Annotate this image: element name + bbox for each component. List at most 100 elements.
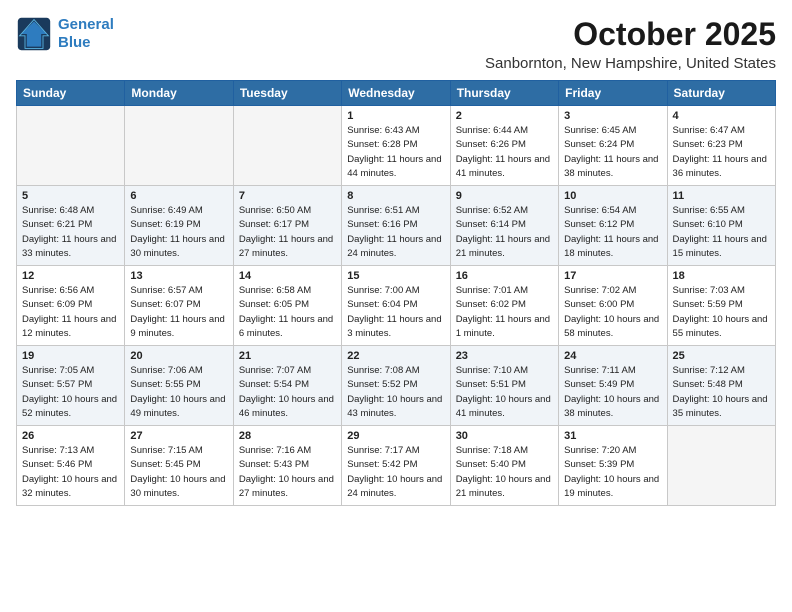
day-number: 19 (22, 350, 119, 362)
day-info: Sunrise: 7:13 AM Sunset: 5:46 PM Dayligh… (22, 444, 119, 501)
day-number: 15 (347, 270, 444, 282)
day-info: Sunrise: 7:06 AM Sunset: 5:55 PM Dayligh… (130, 364, 227, 421)
calendar-cell: 8 Sunrise: 6:51 AM Sunset: 6:16 PM Daylig… (342, 186, 450, 266)
day-info: Sunrise: 6:48 AM Sunset: 6:21 PM Dayligh… (22, 204, 119, 261)
day-info: Sunrise: 7:20 AM Sunset: 5:39 PM Dayligh… (564, 444, 661, 501)
day-info: Sunrise: 7:08 AM Sunset: 5:52 PM Dayligh… (347, 364, 444, 421)
calendar-cell: 27 Sunrise: 7:15 AM Sunset: 5:45 PM Dayli… (125, 426, 233, 506)
calendar-cell: 23 Sunrise: 7:10 AM Sunset: 5:51 PM Dayli… (450, 346, 558, 426)
location-subtitle: Sanbornton, New Hampshire, United States (485, 55, 776, 72)
calendar-cell: 24 Sunrise: 7:11 AM Sunset: 5:49 PM Dayli… (559, 346, 667, 426)
calendar-cell: 4Sunrise: 6:47 AM Sunset: 6:23 PM Daylig… (667, 106, 775, 186)
day-info: Sunrise: 6:43 AM Sunset: 6:28 PM Dayligh… (347, 124, 444, 181)
day-info: Sunrise: 6:51 AM Sunset: 6:16 PM Dayligh… (347, 204, 444, 261)
day-info: Sunrise: 6:45 AM Sunset: 6:24 PM Dayligh… (564, 124, 661, 181)
calendar-cell: 12 Sunrise: 6:56 AM Sunset: 6:09 PM Dayli… (17, 266, 125, 346)
day-info: Sunrise: 7:00 AM Sunset: 6:04 PM Dayligh… (347, 284, 444, 341)
weekday-header-row: SundayMondayTuesdayWednesdayThursdayFrid… (17, 81, 776, 106)
calendar-cell: 2 Sunrise: 6:44 AM Sunset: 6:26 PM Daylig… (450, 106, 558, 186)
day-number: 17 (564, 270, 661, 282)
calendar-cell: 16Sunrise: 7:01 AM Sunset: 6:02 PM Dayli… (450, 266, 558, 346)
day-info: Sunrise: 6:55 AM Sunset: 6:10 PM Dayligh… (673, 204, 770, 261)
calendar-table: SundayMondayTuesdayWednesdayThursdayFrid… (16, 80, 776, 506)
day-info: Sunrise: 7:05 AM Sunset: 5:57 PM Dayligh… (22, 364, 119, 421)
day-number: 23 (456, 350, 553, 362)
calendar-cell: 7 Sunrise: 6:50 AM Sunset: 6:17 PM Daylig… (233, 186, 341, 266)
title-block: October 2025 Sanbornton, New Hampshire, … (485, 16, 776, 72)
calendar-cell: 15 Sunrise: 7:00 AM Sunset: 6:04 PM Dayli… (342, 266, 450, 346)
day-info: Sunrise: 7:15 AM Sunset: 5:45 PM Dayligh… (130, 444, 227, 501)
day-number: 29 (347, 430, 444, 442)
day-number: 6 (130, 190, 227, 202)
day-number: 31 (564, 430, 661, 442)
day-info: Sunrise: 6:44 AM Sunset: 6:26 PM Dayligh… (456, 124, 553, 181)
calendar-cell: 9 Sunrise: 6:52 AM Sunset: 6:14 PM Daylig… (450, 186, 558, 266)
day-number: 18 (673, 270, 770, 282)
calendar-cell: 18 Sunrise: 7:03 AM Sunset: 5:59 PM Dayli… (667, 266, 775, 346)
day-number: 13 (130, 270, 227, 282)
calendar-cell: 19 Sunrise: 7:05 AM Sunset: 5:57 PM Dayli… (17, 346, 125, 426)
calendar-cell: 14 Sunrise: 6:58 AM Sunset: 6:05 PM Dayli… (233, 266, 341, 346)
calendar-cell: 22 Sunrise: 7:08 AM Sunset: 5:52 PM Dayli… (342, 346, 450, 426)
day-number: 16 (456, 270, 553, 282)
day-info: Sunrise: 7:02 AM Sunset: 6:00 PM Dayligh… (564, 284, 661, 341)
calendar-cell: 28 Sunrise: 7:16 AM Sunset: 5:43 PM Dayli… (233, 426, 341, 506)
weekday-header-tuesday: Tuesday (233, 81, 341, 106)
calendar-cell: 11Sunrise: 6:55 AM Sunset: 6:10 PM Dayli… (667, 186, 775, 266)
calendar-cell: 25 Sunrise: 7:12 AM Sunset: 5:48 PM Dayli… (667, 346, 775, 426)
day-number: 2 (456, 110, 553, 122)
calendar-cell (17, 106, 125, 186)
calendar-cell: 3Sunrise: 6:45 AM Sunset: 6:24 PM Daylig… (559, 106, 667, 186)
weekday-header-monday: Monday (125, 81, 233, 106)
logo: General Blue (16, 16, 114, 52)
calendar-cell: 21 Sunrise: 7:07 AM Sunset: 5:54 PM Dayli… (233, 346, 341, 426)
week-row-2: 5 Sunrise: 6:48 AM Sunset: 6:21 PM Daylig… (17, 186, 776, 266)
weekday-header-sunday: Sunday (17, 81, 125, 106)
day-info: Sunrise: 7:11 AM Sunset: 5:49 PM Dayligh… (564, 364, 661, 421)
calendar-cell: 20 Sunrise: 7:06 AM Sunset: 5:55 PM Dayli… (125, 346, 233, 426)
day-info: Sunrise: 6:52 AM Sunset: 6:14 PM Dayligh… (456, 204, 553, 261)
day-number: 21 (239, 350, 336, 362)
month-title: October 2025 (485, 16, 776, 53)
day-number: 24 (564, 350, 661, 362)
day-info: Sunrise: 7:07 AM Sunset: 5:54 PM Dayligh… (239, 364, 336, 421)
day-number: 22 (347, 350, 444, 362)
calendar-cell: 29 Sunrise: 7:17 AM Sunset: 5:42 PM Dayli… (342, 426, 450, 506)
day-info: Sunrise: 6:56 AM Sunset: 6:09 PM Dayligh… (22, 284, 119, 341)
day-number: 20 (130, 350, 227, 362)
calendar-cell (125, 106, 233, 186)
day-number: 25 (673, 350, 770, 362)
weekday-header-wednesday: Wednesday (342, 81, 450, 106)
day-info: Sunrise: 6:58 AM Sunset: 6:05 PM Dayligh… (239, 284, 336, 341)
day-number: 7 (239, 190, 336, 202)
day-info: Sunrise: 7:16 AM Sunset: 5:43 PM Dayligh… (239, 444, 336, 501)
weekday-header-saturday: Saturday (667, 81, 775, 106)
week-row-5: 26 Sunrise: 7:13 AM Sunset: 5:46 PM Dayli… (17, 426, 776, 506)
logo-line1: General (58, 16, 114, 34)
calendar-cell (667, 426, 775, 506)
day-info: Sunrise: 7:12 AM Sunset: 5:48 PM Dayligh… (673, 364, 770, 421)
calendar-cell: 6Sunrise: 6:49 AM Sunset: 6:19 PM Daylig… (125, 186, 233, 266)
day-info: Sunrise: 7:10 AM Sunset: 5:51 PM Dayligh… (456, 364, 553, 421)
day-info: Sunrise: 6:57 AM Sunset: 6:07 PM Dayligh… (130, 284, 227, 341)
day-info: Sunrise: 7:18 AM Sunset: 5:40 PM Dayligh… (456, 444, 553, 501)
calendar-cell: 17 Sunrise: 7:02 AM Sunset: 6:00 PM Dayli… (559, 266, 667, 346)
calendar-cell: 10Sunrise: 6:54 AM Sunset: 6:12 PM Dayli… (559, 186, 667, 266)
day-info: Sunrise: 7:17 AM Sunset: 5:42 PM Dayligh… (347, 444, 444, 501)
week-row-4: 19 Sunrise: 7:05 AM Sunset: 5:57 PM Dayli… (17, 346, 776, 426)
day-number: 8 (347, 190, 444, 202)
day-number: 14 (239, 270, 336, 282)
day-number: 9 (456, 190, 553, 202)
calendar-cell (233, 106, 341, 186)
day-number: 28 (239, 430, 336, 442)
day-number: 27 (130, 430, 227, 442)
day-info: Sunrise: 7:03 AM Sunset: 5:59 PM Dayligh… (673, 284, 770, 341)
logo-line2: Blue (58, 34, 114, 52)
calendar-cell: 30Sunrise: 7:18 AM Sunset: 5:40 PM Dayli… (450, 426, 558, 506)
day-info: Sunrise: 6:50 AM Sunset: 6:17 PM Dayligh… (239, 204, 336, 261)
day-number: 26 (22, 430, 119, 442)
calendar-cell: 1Sunrise: 6:43 AM Sunset: 6:28 PM Daylig… (342, 106, 450, 186)
day-number: 12 (22, 270, 119, 282)
day-number: 5 (22, 190, 119, 202)
calendar-cell: 5 Sunrise: 6:48 AM Sunset: 6:21 PM Daylig… (17, 186, 125, 266)
